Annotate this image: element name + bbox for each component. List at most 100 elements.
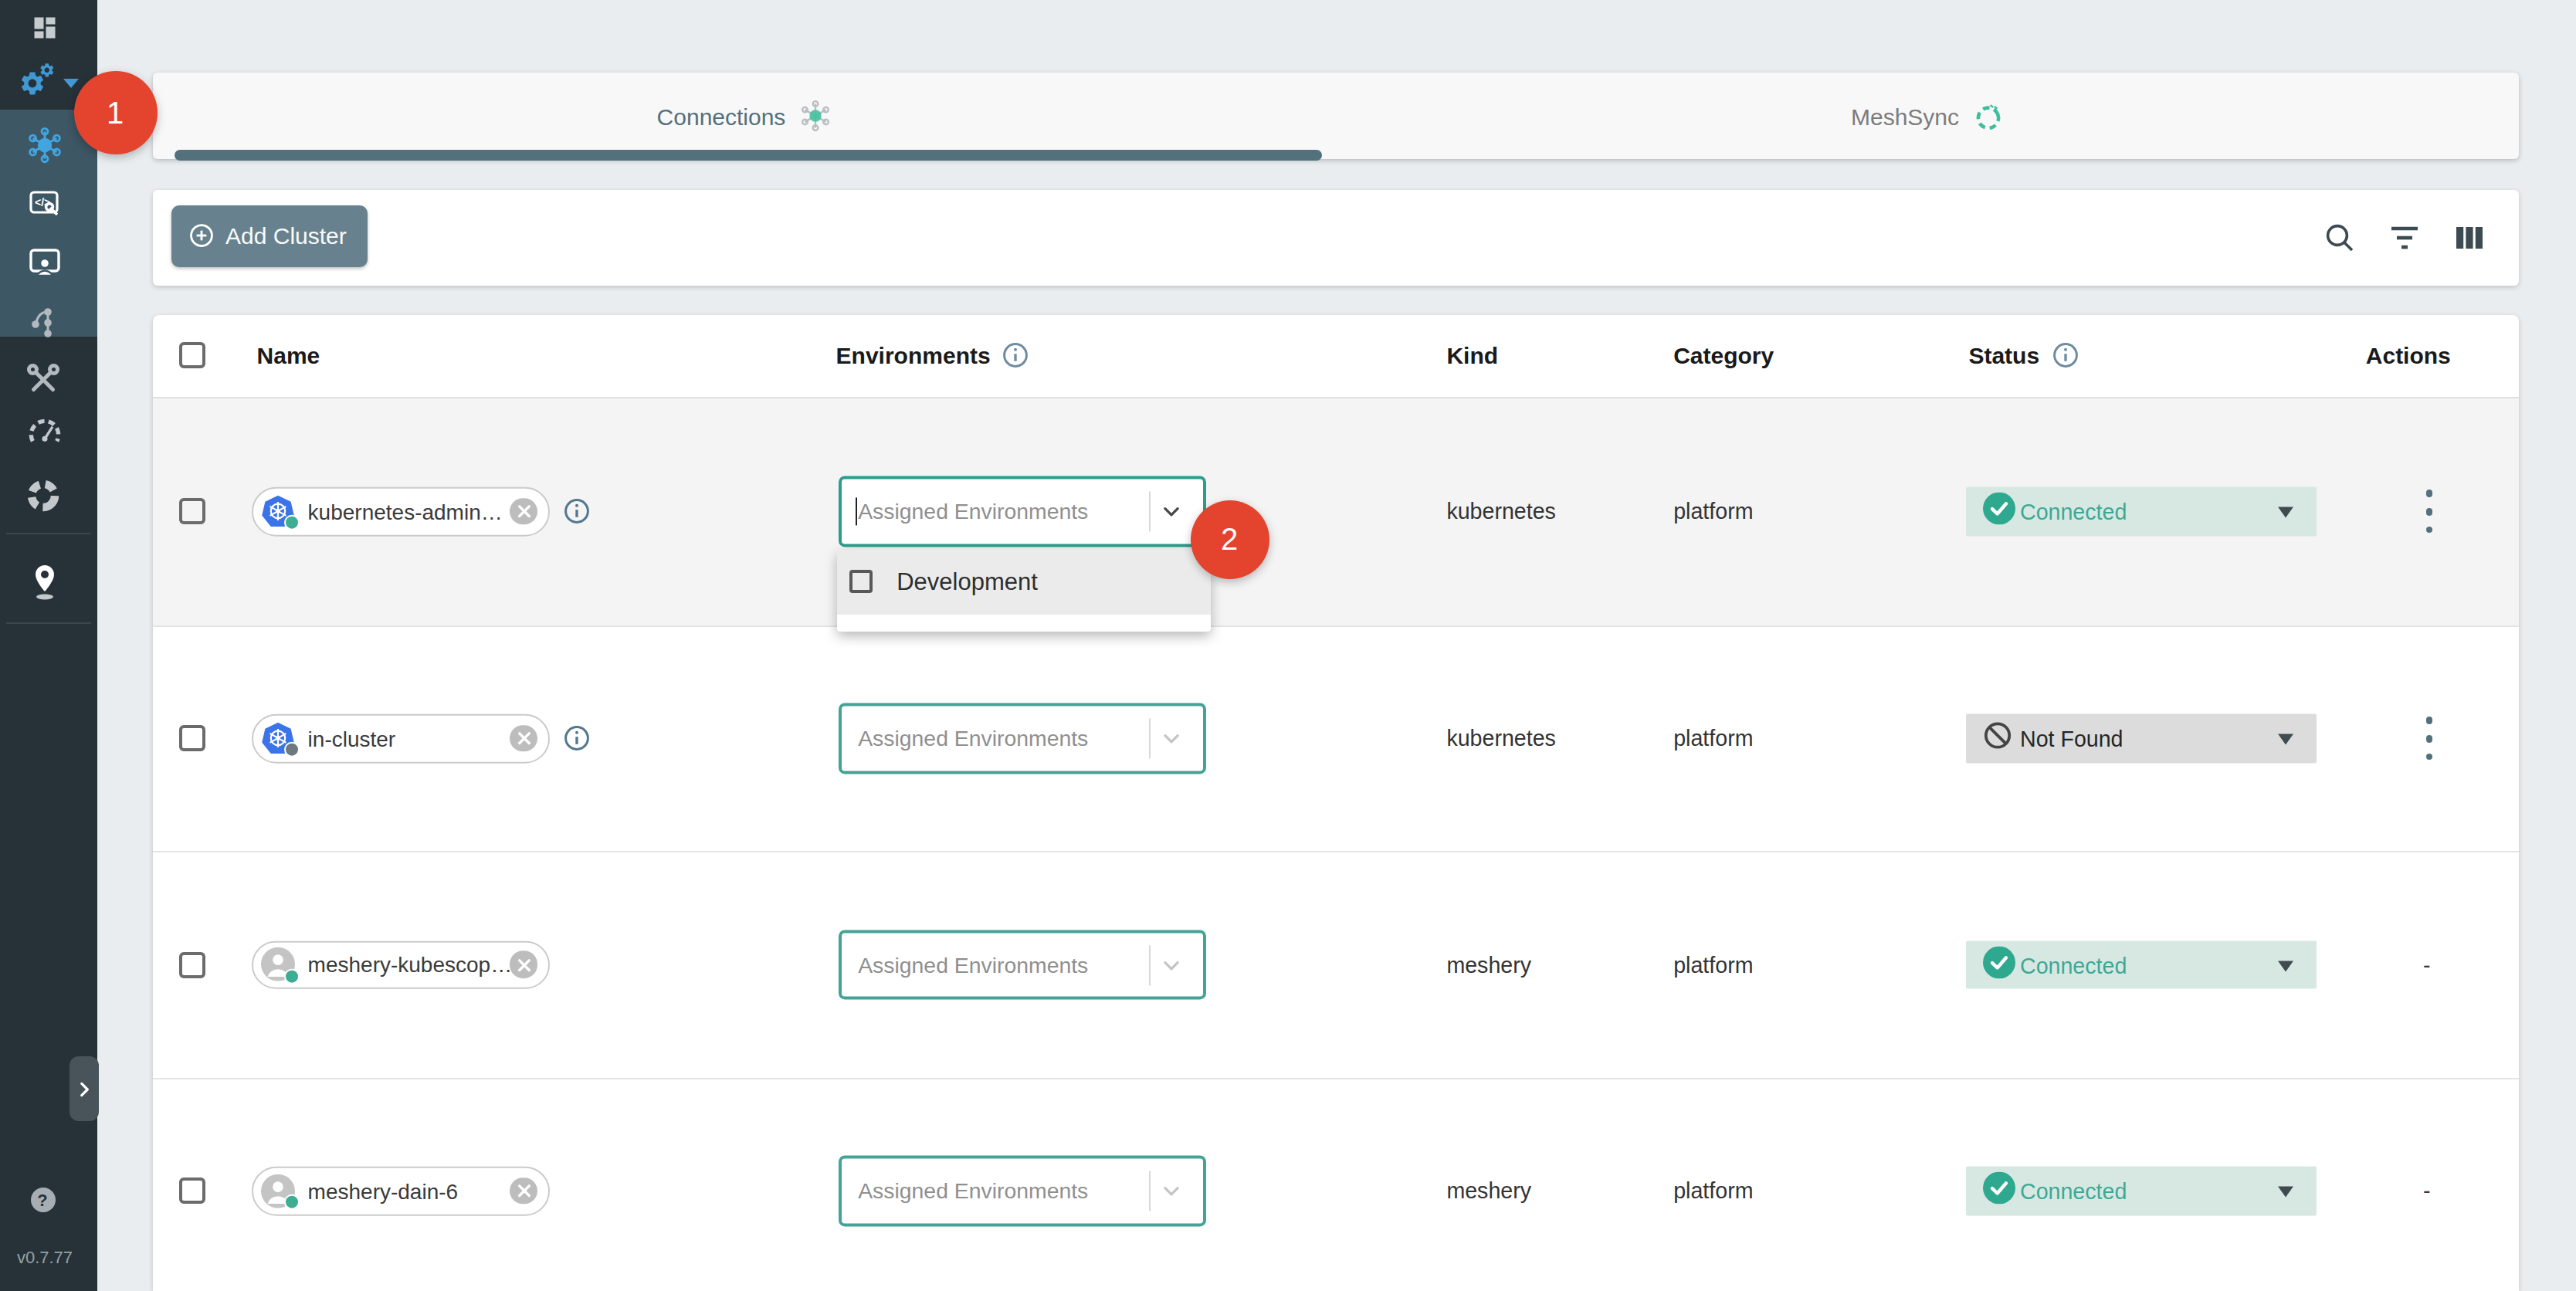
row-checkbox[interactable] xyxy=(179,1178,205,1205)
kind-cell: meshery xyxy=(1446,953,1531,978)
toolbox-icon[interactable] xyxy=(24,360,63,398)
row-actions-empty: - xyxy=(2423,953,2431,978)
version-label: v0.7.77 xyxy=(0,1248,90,1266)
connection-name: kubernetes-admin… xyxy=(308,499,503,524)
environments-select[interactable]: Assigned Environments xyxy=(838,703,1206,774)
header-environments[interactable]: Environments xyxy=(836,343,1029,369)
status-label: Connected xyxy=(2020,500,2127,524)
status-chip[interactable]: Not Found xyxy=(1966,714,2317,763)
status-chip[interactable]: Connected xyxy=(1966,940,2317,989)
connection-name: in-cluster xyxy=(308,726,396,751)
connections-tab-icon xyxy=(798,99,832,133)
help-icon[interactable]: ? xyxy=(30,1187,55,1211)
dropdown-option-development[interactable]: Development xyxy=(836,551,1211,615)
remove-connection-icon[interactable] xyxy=(510,725,537,752)
chevron-down-icon[interactable] xyxy=(1159,954,1182,977)
environments-select[interactable]: Assigned Environments xyxy=(838,1156,1206,1226)
tab-meshsync[interactable]: MeshSync xyxy=(1336,73,2519,159)
status-dropdown-arrow xyxy=(2278,1187,2293,1198)
category-cell: platform xyxy=(1673,500,1753,524)
service-mesh-icon[interactable] xyxy=(26,302,63,339)
info-icon[interactable] xyxy=(1003,343,1029,369)
connections-icon[interactable] xyxy=(25,125,64,164)
configuration-icon[interactable]: </> xyxy=(26,185,63,222)
row-checkbox[interactable] xyxy=(179,952,205,978)
remove-connection-icon[interactable] xyxy=(510,1177,537,1205)
kind-cell: kubernetes xyxy=(1446,500,1556,524)
select-divider xyxy=(1148,945,1150,985)
connection-status-dot xyxy=(285,968,300,984)
connected-check-icon xyxy=(1983,1172,2015,1211)
add-cluster-button[interactable]: Add Cluster xyxy=(171,205,368,266)
category-cell: platform xyxy=(1673,727,1753,751)
settings-gears-icon[interactable] xyxy=(17,62,63,102)
select-all-checkbox[interactable] xyxy=(179,343,205,369)
tabs-bar: Connections MeshSync xyxy=(153,73,2519,159)
filter-icon[interactable] xyxy=(2386,219,2423,256)
active-tab-indicator xyxy=(175,149,1322,160)
status-chip[interactable]: Connected xyxy=(1966,487,2317,536)
status-chip[interactable]: Connected xyxy=(1966,1167,2317,1215)
meshery-connections-page: </> xyxy=(0,0,2576,1291)
sidebar: </> xyxy=(0,0,97,1291)
view-columns-icon[interactable] xyxy=(2451,219,2488,256)
smi-icon[interactable] xyxy=(24,477,63,516)
info-icon[interactable] xyxy=(564,499,590,525)
performance-icon[interactable] xyxy=(25,244,64,281)
option-checkbox[interactable] xyxy=(849,571,872,594)
connection-name-chip[interactable]: meshery-dain-6 xyxy=(253,1167,550,1215)
row-checkbox[interactable] xyxy=(179,499,205,525)
header-name[interactable]: Name xyxy=(257,343,320,369)
connected-check-icon xyxy=(1983,946,2015,984)
info-icon[interactable] xyxy=(564,726,590,752)
row-actions-menu-icon[interactable] xyxy=(2418,490,2440,534)
toolbar: Add Cluster xyxy=(153,190,2519,286)
header-kind[interactable]: Kind xyxy=(1446,343,1498,369)
location-pin-icon[interactable] xyxy=(26,561,63,601)
not-found-icon xyxy=(1983,721,2012,757)
header-category[interactable]: Category xyxy=(1673,343,1774,369)
row-actions-menu-icon[interactable] xyxy=(2418,717,2440,761)
plus-circle-icon xyxy=(188,222,215,249)
status-label: Not Found xyxy=(2020,727,2124,751)
select-divider xyxy=(1148,492,1150,532)
remove-connection-icon[interactable] xyxy=(510,498,537,525)
sidebar-divider xyxy=(6,532,91,534)
chevron-down-icon[interactable] xyxy=(1159,500,1182,524)
search-icon[interactable] xyxy=(2321,219,2358,256)
environments-placeholder: Assigned Environments xyxy=(858,500,1088,524)
metrics-gauge-icon[interactable] xyxy=(25,415,64,453)
header-status[interactable]: Status xyxy=(1968,343,2078,369)
environments-select[interactable]: Assigned Environments xyxy=(838,930,1206,1000)
row-checkbox[interactable] xyxy=(179,726,205,752)
select-divider xyxy=(1148,1171,1150,1211)
meshsync-spinner-icon xyxy=(1971,100,2004,132)
chevron-down-icon[interactable] xyxy=(1159,727,1182,751)
connection-status-dot xyxy=(285,515,300,530)
environments-placeholder: Assigned Environments xyxy=(858,953,1088,978)
environments-placeholder: Assigned Environments xyxy=(858,727,1088,751)
status-label: Connected xyxy=(2020,953,2127,978)
svg-text:</>: </> xyxy=(35,196,50,208)
connection-name-chip[interactable]: in-cluster xyxy=(253,714,550,763)
category-cell: platform xyxy=(1673,1179,1753,1204)
connection-status-dot xyxy=(285,742,300,757)
chevron-down-icon[interactable] xyxy=(1159,1180,1182,1203)
chevron-down-icon[interactable] xyxy=(62,77,80,90)
info-icon[interactable] xyxy=(2052,343,2078,369)
connection-name-chip[interactable]: meshery-kubescop… xyxy=(253,940,550,989)
status-dropdown-arrow xyxy=(2278,961,2293,971)
tab-connections[interactable]: Connections xyxy=(153,73,1336,159)
table-row: meshery-dain-6 Assigned Environments mes… xyxy=(153,1077,2519,1291)
remove-connection-icon[interactable] xyxy=(510,951,537,978)
sidebar-divider xyxy=(6,622,91,624)
select-divider xyxy=(1148,719,1150,759)
sidebar-expand-button[interactable] xyxy=(69,1056,99,1121)
connection-name: meshery-dain-6 xyxy=(308,1178,459,1203)
status-label: Connected xyxy=(2020,1179,2127,1204)
environments-select[interactable]: Assigned Environments xyxy=(838,476,1206,547)
connection-status-dot xyxy=(285,1194,300,1210)
connection-name-chip[interactable]: kubernetes-admin… xyxy=(253,487,550,536)
dashboard-icon[interactable] xyxy=(31,14,59,42)
header-actions: Actions xyxy=(2366,343,2451,369)
